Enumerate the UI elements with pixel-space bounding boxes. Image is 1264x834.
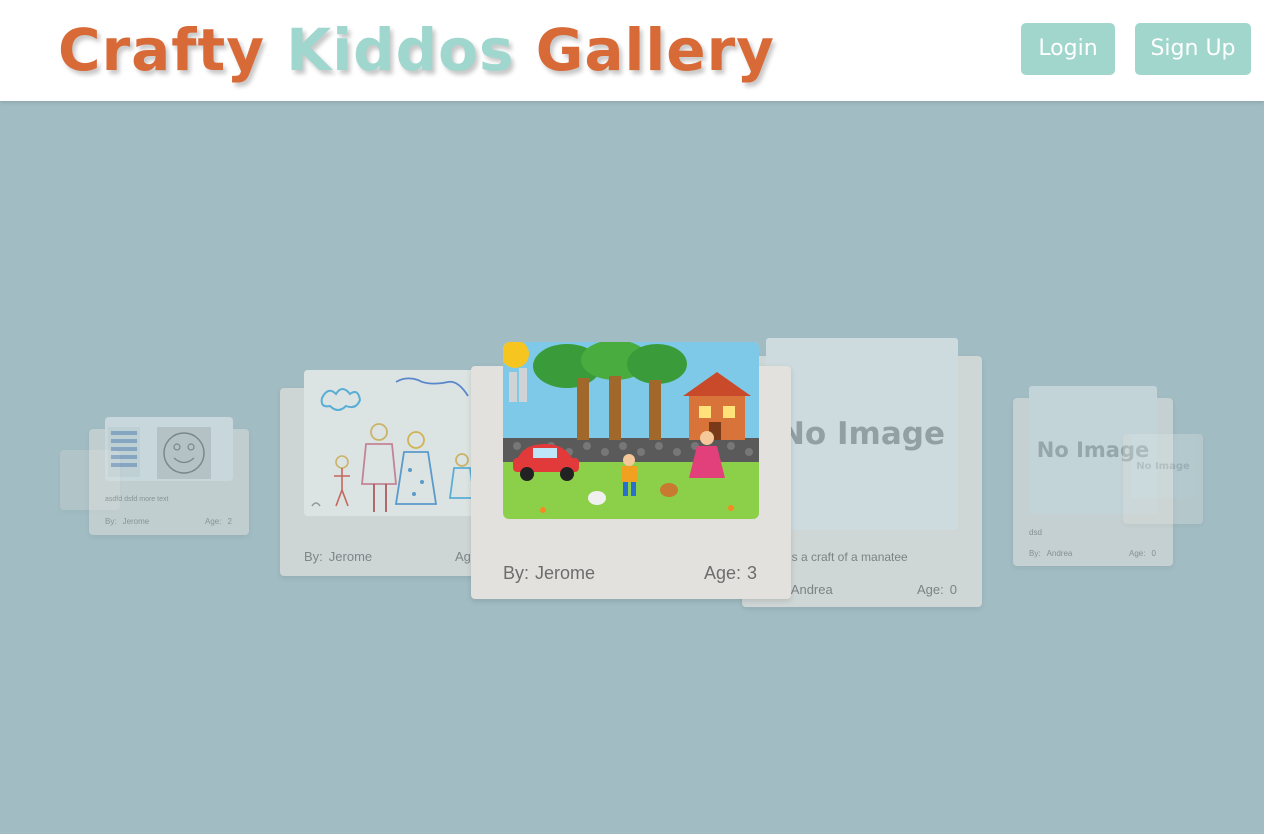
artwork-description: asdfd dsfd more text	[105, 496, 169, 503]
age-value: 3	[747, 563, 758, 583]
gallery-card-active[interactable]: By: Jerome Age: 3	[471, 342, 791, 599]
gallery-card-ghost-right[interactable]: No Image	[1123, 434, 1203, 524]
author-name: Andrea	[1046, 549, 1073, 558]
artwork-thumbnail	[105, 417, 233, 481]
by-label: By:	[304, 549, 323, 564]
age-value: 2	[227, 517, 232, 526]
age-label: Age:	[917, 582, 944, 597]
age-line: Age: 2	[205, 517, 232, 526]
artwork-description: dsd	[1029, 528, 1042, 537]
signup-button[interactable]: Sign Up	[1135, 23, 1251, 75]
age-line: Ag	[455, 549, 471, 564]
logo-word-gallery: Gallery	[535, 16, 775, 84]
author-line: By: Jerome	[503, 563, 595, 584]
by-label: By:	[105, 517, 117, 526]
by-label: By:	[503, 563, 530, 583]
author-name: Andrea	[790, 582, 833, 597]
by-label: By:	[1029, 549, 1041, 558]
author-line: By: Andrea	[1029, 549, 1072, 558]
login-button[interactable]: Login	[1021, 23, 1115, 75]
age-label: Age:	[1129, 549, 1146, 558]
family-drawing-image	[304, 370, 496, 516]
artwork-description: is a craft of a manatee	[789, 550, 908, 564]
logo-word-crafty: Crafty	[58, 16, 266, 84]
no-image-placeholder: No Image	[1131, 434, 1195, 498]
gallery-card-far-left[interactable]: asdfd dsfd more text By: Jerome Age: 2	[89, 417, 249, 535]
age-label-partial: Ag	[455, 549, 471, 564]
site-logo[interactable]: Crafty Kiddos Gallery	[58, 12, 775, 88]
age-value: 0	[949, 582, 957, 597]
age-line: Age: 0	[917, 582, 957, 597]
no-image-placeholder: No Image	[766, 338, 958, 530]
artwork-image	[503, 342, 759, 519]
age-label: Age:	[205, 517, 222, 526]
logo-word-kiddos: Kiddos	[286, 16, 515, 84]
app-header: Crafty Kiddos Gallery Login Sign Up	[0, 0, 1264, 101]
age-line: Age: 0	[1129, 549, 1156, 558]
artwork-thumbnail	[304, 370, 496, 516]
author-name: Jerome	[535, 563, 596, 583]
author-line: By: Jerome	[105, 517, 149, 526]
author-line: By: Jerome	[304, 549, 372, 564]
age-value: 0	[1151, 549, 1156, 558]
park-scene-drawing-image	[503, 342, 759, 519]
author-name: Jerome	[328, 549, 373, 564]
age-line: Age: 3	[704, 563, 757, 584]
author-name: Jerome	[122, 517, 150, 526]
smiley-drawing-image	[105, 417, 233, 481]
age-label: Age:	[704, 563, 742, 583]
